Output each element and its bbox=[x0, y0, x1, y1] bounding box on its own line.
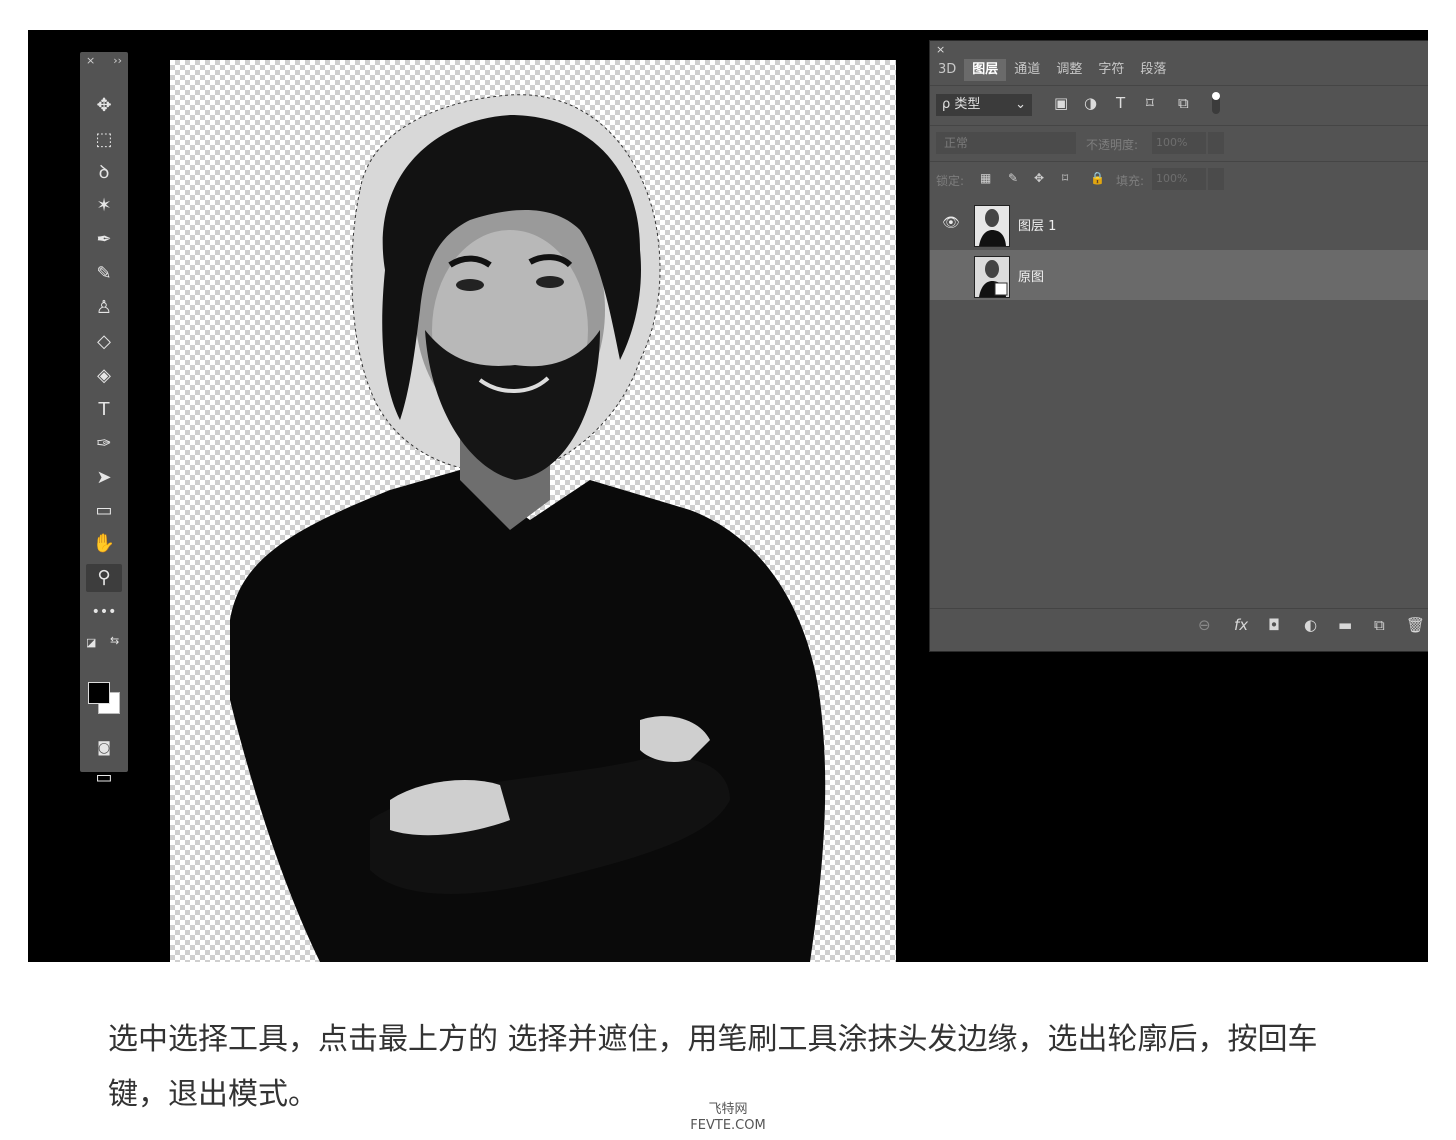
layer-thumbnail bbox=[974, 256, 1010, 298]
add-mask-icon[interactable]: ◘ bbox=[1268, 616, 1280, 634]
adjustment-filter-icon[interactable]: ◑ bbox=[1084, 94, 1097, 112]
tab-paragraph[interactable]: 段落 bbox=[1132, 59, 1174, 81]
filter-toggle[interactable] bbox=[1212, 92, 1220, 114]
layer-filter-row: ρ 类型 ⌄ ▣ ◑ T ⌑ ⧉ bbox=[930, 85, 1428, 126]
fill-label: 填充: bbox=[1116, 174, 1145, 188]
watermark-line2: FEVTE.COM bbox=[690, 1118, 766, 1133]
tools-panel: × ›› ✥ ⬚ ꝺ ✶ ✒ ✎ ♙ ◇ ◈ T ✑ ➤ ▭ ✋ ⚲ ••• ◪… bbox=[80, 52, 128, 787]
more-tools-icon[interactable]: ••• bbox=[86, 598, 122, 626]
smart-object-filter-icon[interactable]: ⧉ bbox=[1178, 94, 1189, 112]
document-canvas[interactable] bbox=[170, 60, 896, 962]
tools-collapse-icon[interactable]: ›› bbox=[113, 54, 122, 67]
opacity-field[interactable]: 100% bbox=[1152, 132, 1206, 154]
layer-row-original[interactable]: 原图 bbox=[930, 250, 1428, 300]
screenshot-frame: × ›› ✥ ⬚ ꝺ ✶ ✒ ✎ ♙ ◇ ◈ T ✑ ➤ ▭ ✋ ⚲ ••• ◪… bbox=[28, 30, 1428, 962]
eyedropper-tool-icon[interactable]: ✒ bbox=[86, 226, 122, 254]
swap-colors-icon[interactable]: ⇆ bbox=[110, 634, 119, 647]
opacity-label: 不透明度: bbox=[1086, 138, 1139, 152]
watermark-line1: 飞特网 bbox=[708, 1102, 748, 1117]
layers-bottom-bar: ⊖ fx ◘ ◐ ▬ ⧉ 🗑 bbox=[930, 608, 1428, 641]
lock-position-icon[interactable]: ✥ bbox=[1034, 171, 1044, 185]
move-tool-icon[interactable]: ✥ bbox=[86, 92, 122, 120]
layer-name[interactable]: 原图 bbox=[1018, 266, 1044, 285]
chevron-down-icon: ⌄ bbox=[1015, 97, 1026, 112]
blend-row: 正常 不透明度: 100% bbox=[930, 125, 1428, 162]
default-colors-icon[interactable]: ◪ bbox=[86, 636, 96, 649]
foreground-color-swatch[interactable] bbox=[88, 682, 110, 704]
tab-layers[interactable]: 图层 bbox=[964, 59, 1007, 81]
group-folder-icon[interactable]: ▬ bbox=[1338, 616, 1352, 634]
type-tool-icon[interactable]: T bbox=[86, 396, 122, 424]
brush-tool-icon[interactable]: ✎ bbox=[86, 260, 122, 288]
lasso-tool-icon[interactable]: ꝺ bbox=[86, 159, 122, 187]
adjustment-layer-icon[interactable]: ◐ bbox=[1304, 616, 1317, 634]
layer-filter-label: ρ 类型 bbox=[942, 97, 981, 112]
pixel-filter-icon[interactable]: ▣ bbox=[1054, 94, 1068, 112]
tab-channels[interactable]: 通道 bbox=[1006, 59, 1048, 81]
eye-icon[interactable]: 👁 bbox=[942, 215, 960, 231]
new-layer-icon[interactable]: ⧉ bbox=[1374, 616, 1385, 634]
lock-artboard-icon[interactable]: ⌑ bbox=[1062, 171, 1068, 185]
opacity-dropdown[interactable] bbox=[1208, 132, 1224, 154]
stamp-tool-icon[interactable]: ♙ bbox=[86, 294, 122, 322]
portrait-cutout bbox=[230, 94, 826, 962]
paint-bucket-tool-icon[interactable]: ◈ bbox=[86, 362, 122, 390]
layer-row-layer1[interactable]: 👁 图层 1 bbox=[930, 199, 1428, 249]
lock-transparent-icon[interactable]: ▦ bbox=[980, 171, 991, 185]
layer-filter-select[interactable]: ρ 类型 ⌄ bbox=[936, 94, 1032, 116]
path-selection-tool-icon[interactable]: ➤ bbox=[86, 464, 122, 492]
tools-close-icon[interactable]: × bbox=[86, 54, 95, 67]
layer-thumbnail bbox=[974, 205, 1010, 247]
quick-mask-icon[interactable]: ◙ bbox=[86, 734, 122, 762]
tools-panel-header: × ›› bbox=[80, 52, 128, 68]
tab-adjustments[interactable]: 调整 bbox=[1048, 59, 1090, 81]
fill-field[interactable]: 100% bbox=[1152, 168, 1206, 190]
panel-tabs: 3D 图层 通道 调整 字符 段落 bbox=[930, 59, 1174, 81]
lock-paint-icon[interactable]: ✎ bbox=[1008, 171, 1018, 185]
rectangle-tool-icon[interactable]: ▭ bbox=[86, 497, 122, 525]
lock-row: 锁定: ▦ ✎ ✥ ⌑ 🔒 填充: 100% bbox=[930, 161, 1428, 198]
magic-wand-tool-icon[interactable]: ✶ bbox=[86, 192, 122, 220]
fill-dropdown[interactable] bbox=[1208, 168, 1224, 190]
hand-tool-icon[interactable]: ✋ bbox=[86, 530, 122, 558]
lock-all-icon[interactable]: 🔒 bbox=[1090, 171, 1105, 185]
link-layers-icon[interactable]: ⊖ bbox=[1198, 616, 1211, 634]
tab-character[interactable]: 字符 bbox=[1090, 59, 1132, 81]
layer-name[interactable]: 图层 1 bbox=[1018, 215, 1056, 234]
type-filter-icon[interactable]: T bbox=[1116, 94, 1125, 112]
tab-3d[interactable]: 3D bbox=[930, 59, 964, 81]
lock-label: 锁定: bbox=[936, 174, 965, 188]
blend-mode-select[interactable]: 正常 bbox=[936, 132, 1076, 154]
eraser-tool-icon[interactable]: ◇ bbox=[86, 328, 122, 356]
layers-panel: × 3D 图层 通道 调整 字符 段落 ρ 类型 ⌄ ▣ ◑ T ⌑ ⧉ 正常 … bbox=[929, 40, 1428, 652]
shape-filter-icon[interactable]: ⌑ bbox=[1146, 94, 1154, 112]
zoom-tool-icon[interactable]: ⚲ bbox=[86, 564, 122, 592]
panel-close-icon[interactable]: × bbox=[936, 43, 945, 56]
marquee-tool-icon[interactable]: ⬚ bbox=[86, 126, 122, 154]
fx-icon[interactable]: fx bbox=[1234, 616, 1248, 634]
trash-icon[interactable]: 🗑 bbox=[1406, 616, 1425, 634]
pen-tool-icon[interactable]: ✑ bbox=[86, 430, 122, 458]
screen-mode-icon[interactable]: ▭ bbox=[86, 766, 122, 790]
